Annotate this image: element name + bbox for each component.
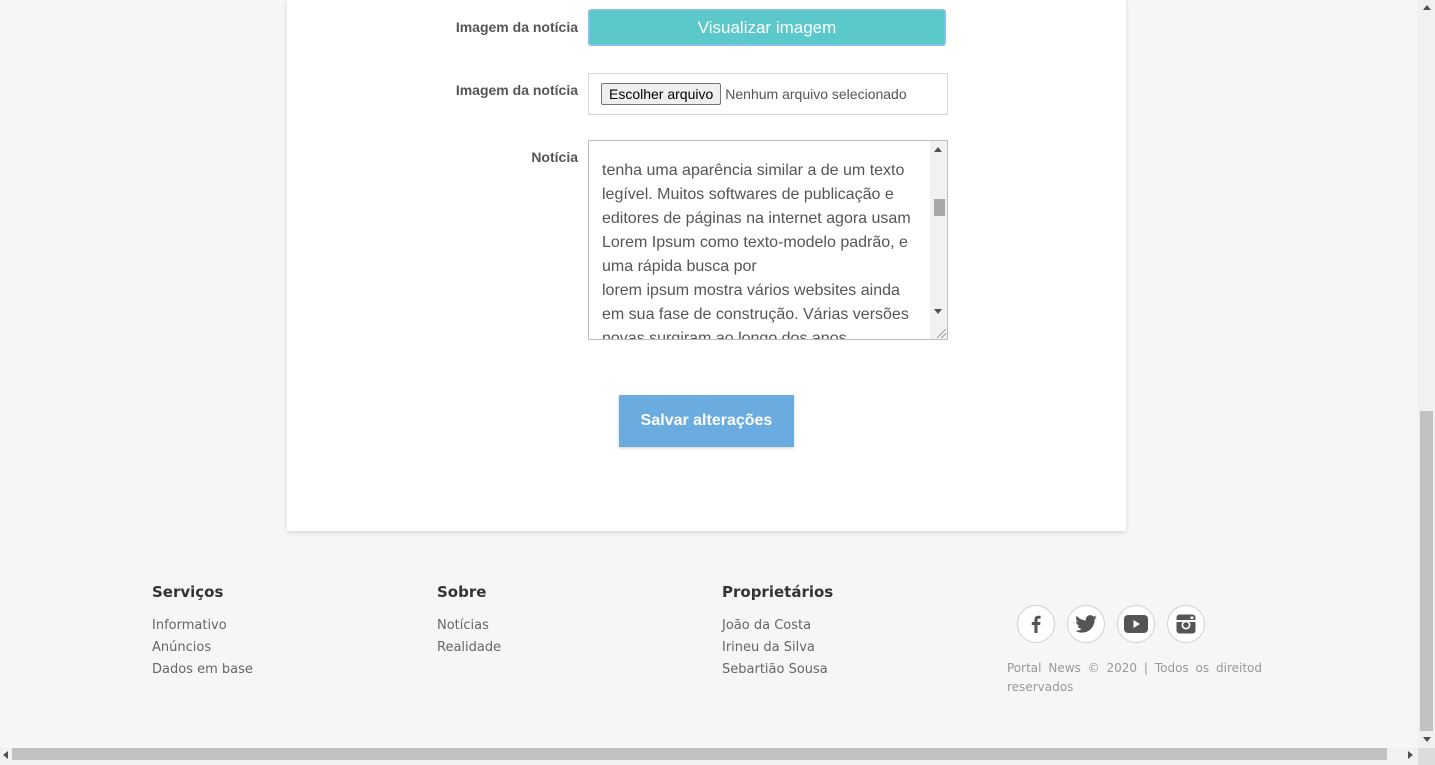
choose-file-button[interactable]: Escolher arquivo (601, 83, 722, 105)
page-horizontal-scrollbar[interactable] (0, 748, 1418, 765)
copyright-text: Portal News © 2020 | Todos os direitod r… (1007, 661, 1262, 694)
file-status-text: Nenhum arquivo selecionado (725, 86, 907, 102)
footer-link-dados[interactable]: Dados em base (152, 659, 253, 681)
news-text-line: novas surgiram ao longo dos anos, (602, 330, 852, 340)
page-vertical-scroll-thumb[interactable] (1420, 411, 1433, 731)
scroll-right-icon[interactable] (1408, 751, 1413, 759)
news-text-line: tenha uma aparência similar a de um text… (602, 162, 905, 179)
page-horizontal-scroll-thumb[interactable] (12, 748, 1387, 760)
news-text-line: em sua fase de construção. Várias versõe… (602, 306, 909, 323)
page-vertical-scrollbar[interactable] (1418, 0, 1435, 748)
edit-news-card: Imagem da notícia Visualizar imagem Imag… (287, 0, 1126, 531)
footer-link-noticias[interactable]: Notícias (437, 615, 501, 637)
footer-link-owner[interactable]: Sebartião Sousa (722, 659, 833, 681)
scroll-left-icon[interactable] (3, 751, 8, 759)
scroll-up-icon[interactable] (934, 147, 942, 152)
resize-handle-icon[interactable] (937, 329, 946, 338)
footer-link-anuncios[interactable]: Anúncios (152, 637, 253, 659)
news-text-line: legível. Muitos softwares de publicação … (602, 186, 894, 203)
scroll-down-icon[interactable] (934, 309, 942, 314)
twitter-icon[interactable] (1067, 605, 1105, 643)
footer-column-owners: Proprietários João da Costa Irineu da Si… (722, 583, 833, 681)
footer-heading: Serviços (152, 583, 224, 601)
image-upload-label: Imagem da notícia (455, 82, 578, 98)
scroll-up-icon[interactable] (1423, 5, 1431, 10)
footer-column-about: Sobre Notícias Realidade (437, 583, 501, 659)
footer-link-informativo[interactable]: Informativo (152, 615, 253, 637)
news-text-line: uma rápida busca por (602, 258, 757, 275)
footer-heading: Sobre (437, 583, 487, 601)
scrollbar-corner (1418, 748, 1435, 765)
footer-link-realidade[interactable]: Realidade (437, 637, 501, 659)
instagram-icon[interactable] (1167, 605, 1205, 643)
footer-column-services: Serviços Informativo Anúncios Dados em b… (152, 583, 253, 681)
save-changes-button[interactable]: Salvar alterações (619, 395, 794, 447)
news-label: Notícia (531, 149, 578, 165)
footer-heading: Proprietários (722, 583, 834, 601)
footer-link-owner[interactable]: João da Costa (722, 615, 833, 637)
youtube-icon[interactable] (1117, 605, 1155, 643)
scroll-down-icon[interactable] (1423, 737, 1431, 742)
file-input: Escolher arquivo Nenhum arquivo selecion… (588, 73, 948, 115)
news-text-line: editores de páginas na internet agora us… (602, 210, 911, 227)
view-image-button[interactable]: Visualizar imagem (588, 9, 946, 46)
news-text-line: lorem ipsum mostra vários websites ainda (602, 282, 900, 299)
footer-link-owner[interactable]: Irineu da Silva (722, 637, 833, 659)
textarea-scroll-thumb[interactable] (934, 199, 945, 216)
facebook-icon[interactable] (1017, 605, 1055, 643)
news-textarea[interactable]: tenha uma aparência similar a de um text… (588, 140, 948, 340)
textarea-scrollbar[interactable] (930, 141, 947, 339)
news-text-line: Lorem Ipsum como texto-modelo padrão, e (602, 234, 908, 251)
image-view-label: Imagem da notícia (455, 19, 578, 35)
